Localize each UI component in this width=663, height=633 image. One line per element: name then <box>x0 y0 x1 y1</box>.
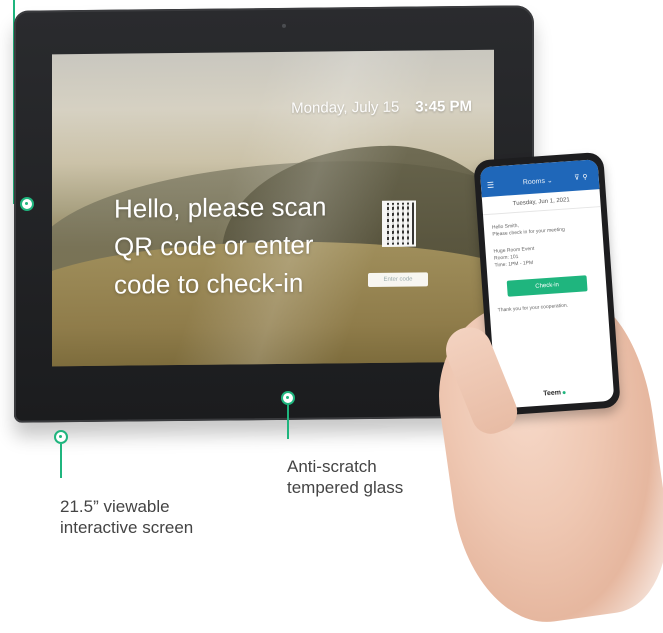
callout-marker-glass <box>281 391 295 405</box>
camera-dot <box>282 23 286 28</box>
tablet-screen: Monday, July 15 3:45 PM Hello, please sc… <box>52 49 494 367</box>
phone-thanks: Thank you for your cooperation. <box>497 302 569 314</box>
hamburger-menu-icon[interactable]: ☰ <box>487 180 495 189</box>
checkin-button[interactable]: Check-in <box>506 275 588 297</box>
code-input[interactable]: Enter code <box>368 272 428 288</box>
callout-line-screen <box>60 444 62 478</box>
callout-marker-screen <box>54 430 68 444</box>
date-time-display: Monday, July 15 3:45 PM <box>291 98 472 117</box>
callout-line-glass <box>287 405 289 439</box>
qr-code-icon <box>382 200 416 247</box>
callout-label-glass: Anti-scratch tempered glass <box>287 457 404 497</box>
filter-search-icons[interactable]: ⊽⚲ <box>574 173 591 182</box>
callout-marker-side <box>20 197 34 211</box>
screen-date: Monday, July 15 <box>291 98 400 117</box>
screen-time: 3:45 PM <box>415 97 472 116</box>
callout-label-screen: 21.5” viewable interactive screen <box>60 497 194 537</box>
checkin-greeting: Hello, please scan QR code or enter code… <box>114 191 327 300</box>
phone-app-title: Rooms ⌄ <box>522 177 554 187</box>
